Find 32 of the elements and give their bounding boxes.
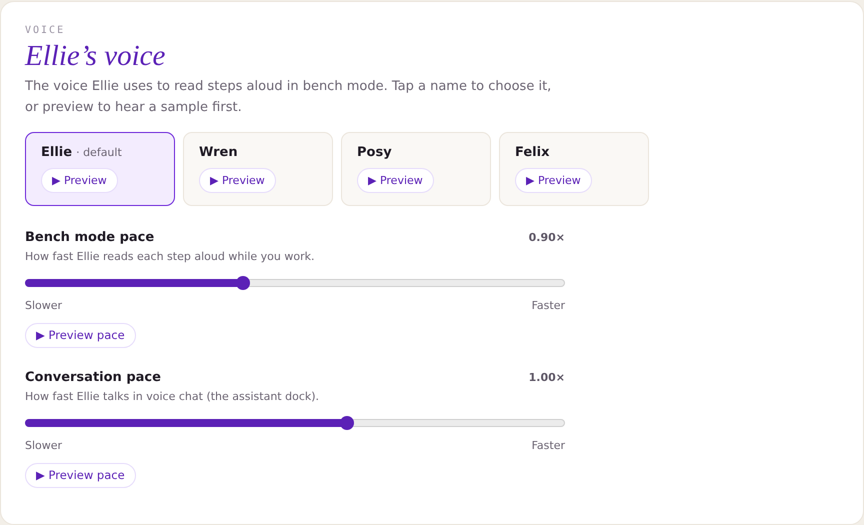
section-eyebrow: VOICE — [25, 24, 66, 38]
voice-name: Felix — [515, 145, 550, 160]
pace-slider[interactable] — [25, 279, 565, 287]
voice-name: Posy — [357, 145, 392, 160]
section-description: The voice Ellie uses to read steps aloud in bench mode. Tap a name to choose it, or preview to hear a sample first. — [25, 78, 552, 117]
pace-hint: How fast Ellie reads each step aloud while you work. — [25, 250, 316, 263]
preview-button[interactable]: ▶ Preview — [515, 168, 592, 193]
pace-slider[interactable] — [25, 419, 565, 427]
voice-option[interactable]: Posy ▶ Preview — [341, 132, 491, 206]
voice-note: · default — [76, 146, 122, 159]
voice-option[interactable]: Ellie · default ▶ Preview — [25, 132, 175, 206]
voice-option[interactable]: Felix ▶ Preview — [499, 132, 649, 206]
voice-name: Wren — [199, 145, 238, 160]
section-title: Ellie’s voice — [25, 40, 166, 72]
preview-pace-button[interactable]: ▶ Preview pace — [25, 323, 136, 348]
preview-button[interactable]: ▶ Preview — [41, 168, 118, 193]
pace-hint: How fast Ellie talks in voice chat (the assistant dock). — [25, 390, 320, 403]
preview-pace-button[interactable]: ▶ Preview pace — [25, 463, 136, 488]
pace-label: Bench mode pace — [25, 230, 154, 245]
slider-thumb[interactable] — [340, 416, 354, 430]
pace-label: Conversation pace — [25, 370, 161, 385]
preview-button[interactable]: ▶ Preview — [199, 168, 276, 193]
voice-option[interactable]: Wren ▶ Preview — [183, 132, 333, 206]
voice-name: Ellie — [41, 145, 72, 160]
pace-reading: 0.90× — [528, 231, 565, 244]
preview-button[interactable]: ▶ Preview — [357, 168, 434, 193]
pace-reading: 1.00× — [528, 371, 565, 384]
slider-max-label: Faster — [532, 299, 565, 312]
slider-min-label: Slower — [25, 299, 62, 312]
slider-thumb[interactable] — [236, 276, 250, 290]
slider-max-label: Faster — [532, 439, 565, 452]
slider-min-label: Slower — [25, 439, 62, 452]
